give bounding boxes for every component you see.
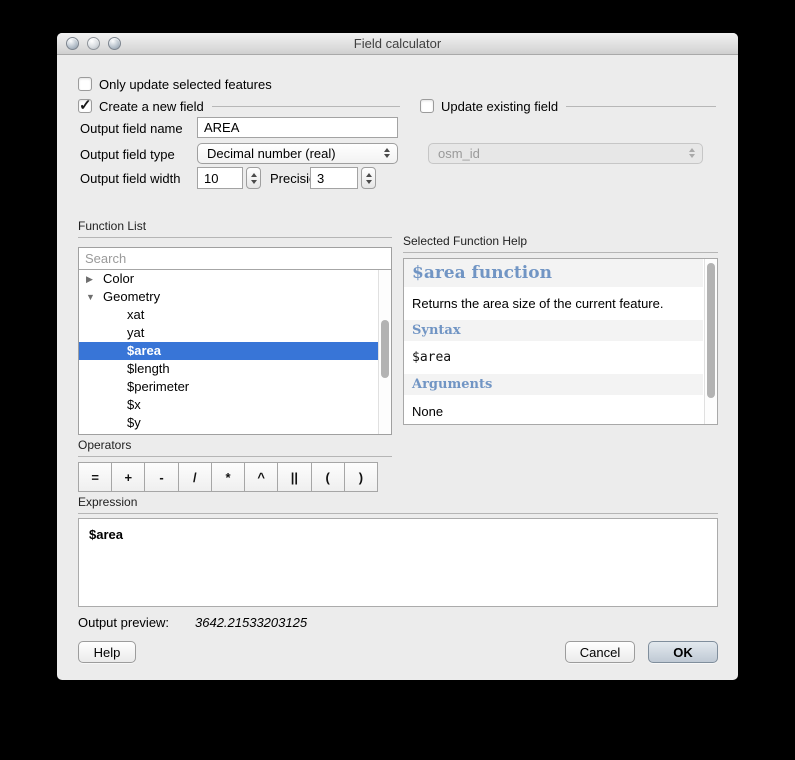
output-field-name-label: Output field name <box>80 121 183 136</box>
help-title: $area function <box>404 259 703 287</box>
tree-item-geometry[interactable]: ▼ Geometry <box>79 288 391 306</box>
selected-function-help-header: Selected Function Help <box>403 234 718 253</box>
function-list: ▶ Color ▼ Geometry xat yat $area $length… <box>78 247 392 435</box>
operator-power-button[interactable]: ^ <box>244 463 277 491</box>
width-stepper[interactable] <box>246 167 261 189</box>
precision-stepper[interactable] <box>361 167 376 189</box>
expression-header: Expression <box>78 495 718 514</box>
function-list-header: Function List <box>78 219 392 238</box>
operator-multiply-button[interactable]: * <box>211 463 244 491</box>
tree-item-y[interactable]: $y <box>79 414 391 432</box>
operator-divide-button[interactable]: / <box>178 463 211 491</box>
checkbox-icon[interactable] <box>420 99 434 113</box>
help-arguments-heading: Arguments <box>404 374 703 395</box>
operator-minus-button[interactable]: - <box>144 463 177 491</box>
update-existing-field-label: Update existing field <box>441 99 558 114</box>
output-field-type-dropdown[interactable]: Decimal number (real) <box>197 143 398 164</box>
existing-field-dropdown: osm_id <box>428 143 703 164</box>
cancel-button[interactable]: Cancel <box>565 641 635 663</box>
only-update-selected-checkbox[interactable]: Only update selected features <box>78 75 272 93</box>
search-input[interactable] <box>79 248 391 270</box>
operator-concat-button[interactable]: || <box>277 463 310 491</box>
help-syntax-code: $area <box>404 341 703 374</box>
tree-item-color[interactable]: ▶ Color <box>79 270 391 288</box>
disclosure-collapsed-icon[interactable]: ▶ <box>86 270 100 288</box>
disclosure-expanded-icon[interactable]: ▼ <box>86 288 100 306</box>
window-title: Field calculator <box>57 36 738 51</box>
help-scrollbar[interactable] <box>704 259 717 424</box>
tree-item-x[interactable]: $x <box>79 396 391 414</box>
checkbox-icon[interactable] <box>78 77 92 91</box>
only-update-selected-label: Only update selected features <box>99 77 272 92</box>
tree-item-yat[interactable]: yat <box>79 324 391 342</box>
groupbox-line <box>212 106 400 107</box>
groupbox-line <box>566 106 716 107</box>
update-existing-field-checkbox[interactable]: Update existing field <box>420 97 716 115</box>
create-new-field-checkbox[interactable]: Create a new field <box>78 97 400 115</box>
output-field-width-input[interactable] <box>197 167 243 189</box>
tree-item-perimeter[interactable]: $perimeter <box>79 378 391 396</box>
output-field-type-value: Decimal number (real) <box>207 146 336 161</box>
checkbox-checked-icon[interactable] <box>78 99 92 113</box>
operators-header: Operators <box>78 438 392 457</box>
stepper-arrows-icon <box>689 148 695 158</box>
tree-item-area-selected[interactable]: $area <box>79 342 380 360</box>
help-button[interactable]: Help <box>78 641 136 663</box>
tree-item-length[interactable]: $length <box>79 360 391 378</box>
existing-field-value: osm_id <box>438 146 480 161</box>
output-preview-label: Output preview: <box>78 615 169 630</box>
operator-plus-button[interactable]: + <box>111 463 144 491</box>
expression-editor[interactable]: $area <box>78 518 718 607</box>
function-list-scrollbar[interactable] <box>378 270 391 434</box>
output-field-width-label: Output field width <box>80 171 180 186</box>
scrollbar-thumb[interactable] <box>381 320 389 378</box>
field-calculator-dialog: Field calculator Only update selected fe… <box>57 33 738 680</box>
help-syntax-heading: Syntax <box>404 320 703 341</box>
precision-input[interactable] <box>310 167 358 189</box>
ok-button[interactable]: OK <box>648 641 718 663</box>
operator-open-paren-button[interactable]: ( <box>311 463 344 491</box>
output-field-name-input[interactable] <box>197 117 398 138</box>
operator-equals-button[interactable]: = <box>79 463 111 491</box>
help-description: Returns the area size of the current fea… <box>404 287 703 320</box>
scrollbar-thumb[interactable] <box>707 263 715 398</box>
function-help-panel: $area function Returns the area size of … <box>403 258 718 425</box>
create-new-field-label: Create a new field <box>99 99 204 114</box>
output-field-type-label: Output field type <box>80 147 175 162</box>
output-preview-value: 3642.21533203125 <box>195 615 307 630</box>
operators-toolbar: = + - / * ^ || ( ) <box>78 462 378 492</box>
operator-close-paren-button[interactable]: ) <box>344 463 377 491</box>
stepper-arrows-icon <box>384 148 390 158</box>
help-arguments-text: None <box>404 395 703 425</box>
tree-item-xat[interactable]: xat <box>79 306 391 324</box>
title-bar[interactable]: Field calculator <box>57 33 738 55</box>
